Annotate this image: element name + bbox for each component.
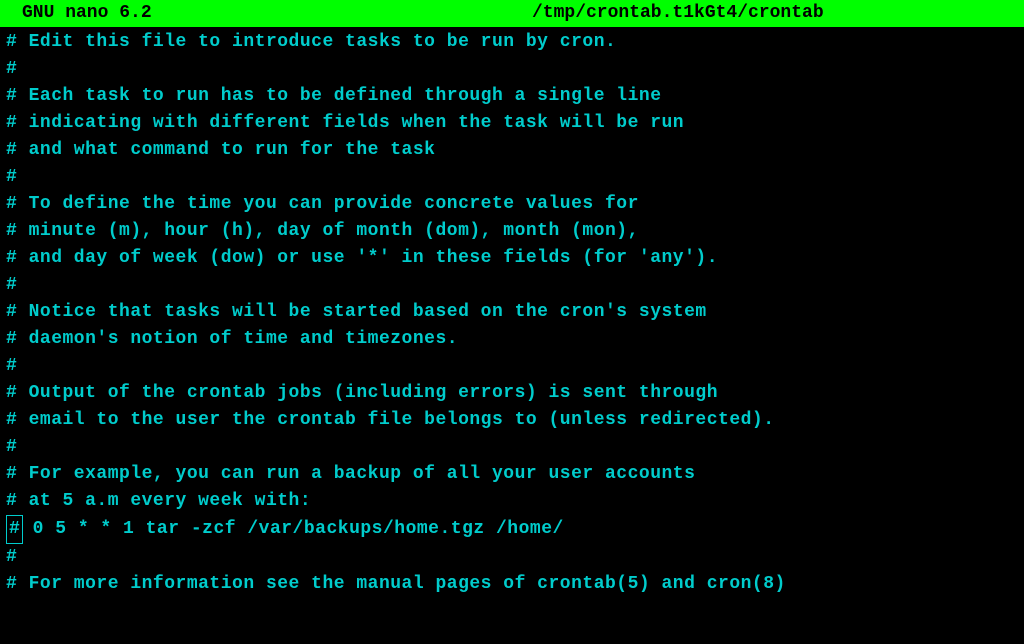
text-line: # and day of week (dow) or use '*' in th… [6, 245, 1018, 272]
text-line: # [6, 272, 1018, 299]
app-name: GNU nano 6.2 [0, 0, 152, 27]
text-line: # Each task to run has to be defined thr… [6, 83, 1018, 110]
text-line: # For more information see the manual pa… [6, 571, 1018, 598]
nano-header-bar: GNU nano 6.2 /tmp/crontab.t1kGt4/crontab [0, 0, 1024, 27]
text-line: # [6, 56, 1018, 83]
text-line: # [6, 434, 1018, 461]
text-line: # email to the user the crontab file bel… [6, 407, 1018, 434]
text-line: # Output of the crontab jobs (including … [6, 380, 1018, 407]
text-line: # indicating with different fields when … [6, 110, 1018, 137]
text-line: # at 5 a.m every week with: [6, 488, 1018, 515]
text-line: # [6, 544, 1018, 571]
text-line: # Notice that tasks will be started base… [6, 299, 1018, 326]
cursor-line-rest: 0 5 * * 1 tar -zcf /var/backups/home.tgz… [21, 519, 563, 539]
file-path: /tmp/crontab.t1kGt4/crontab [152, 0, 1024, 27]
text-line: # and what command to run for the task [6, 137, 1018, 164]
text-line: # daemon's notion of time and timezones. [6, 326, 1018, 353]
editor-area[interactable]: # Edit this file to introduce tasks to b… [0, 27, 1024, 600]
text-line: # For example, you can run a backup of a… [6, 461, 1018, 488]
text-line: # minute (m), hour (h), day of month (do… [6, 218, 1018, 245]
cursor-line: # 0 5 * * 1 tar -zcf /var/backups/home.t… [6, 515, 1018, 544]
text-line: # Edit this file to introduce tasks to b… [6, 29, 1018, 56]
text-line: # [6, 353, 1018, 380]
text-line: # [6, 164, 1018, 191]
text-line: # To define the time you can provide con… [6, 191, 1018, 218]
